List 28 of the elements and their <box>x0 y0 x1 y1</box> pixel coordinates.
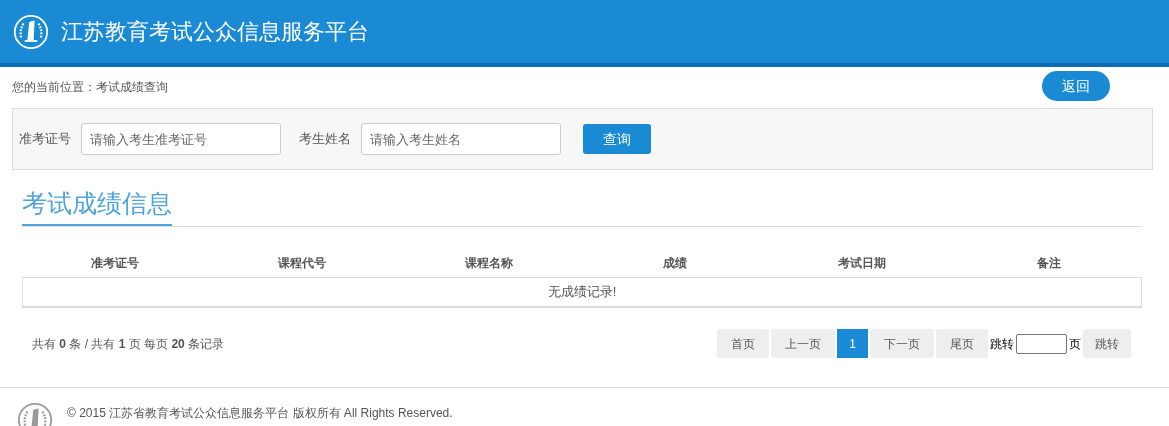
column-header: 课程名称 <box>463 255 514 272</box>
copyright-text: © 2015 江苏省教育考试公众信息服务平台 版权所有 All Rights Reserved. <box>67 405 453 422</box>
table-empty-row: 无成绩记录! <box>22 277 1142 308</box>
column-header: 准考证号 <box>90 255 141 272</box>
pagination-button[interactable]: 1 <box>837 329 868 358</box>
search-button[interactable]: 查询 <box>583 124 651 154</box>
page-suffix: 页 <box>1069 335 1081 353</box>
jump-button[interactable]: 跳转 <box>1083 329 1131 358</box>
pagination-button[interactable]: 首页 <box>717 329 770 358</box>
pagination-button[interactable]: 下一页 <box>870 329 934 358</box>
section-title: 考试成绩信息 <box>22 184 172 226</box>
field-label: 准考证号 <box>19 130 71 149</box>
column-header: 考试日期 <box>837 255 887 272</box>
page-number-field[interactable] <box>1016 333 1067 354</box>
back-button[interactable]: 返回 <box>1042 71 1110 101</box>
jump-label: 跳转 <box>990 335 1014 353</box>
site-title: 江苏教育考试公众信息服务平台 <box>61 18 369 46</box>
column-header: 备注 <box>1035 255 1062 272</box>
search-field[interactable]: 请输入考生准考证号 <box>81 123 281 155</box>
record-summary: 共有 0 条 / 共有 1 页 每页 20 条记录 <box>32 335 225 353</box>
breadcrumb: 您的当前位置：考试成绩查询 <box>12 79 168 96</box>
column-header: 成绩 <box>662 255 689 272</box>
emblem-icon <box>13 13 49 50</box>
column-header: 课程代号 <box>277 255 327 272</box>
search-field[interactable]: 请输入考生姓名 <box>361 123 561 155</box>
field-label: 考生姓名 <box>299 130 351 149</box>
pagination-button[interactable]: 尾页 <box>936 329 988 358</box>
pagination-button[interactable]: 上一页 <box>771 329 836 358</box>
